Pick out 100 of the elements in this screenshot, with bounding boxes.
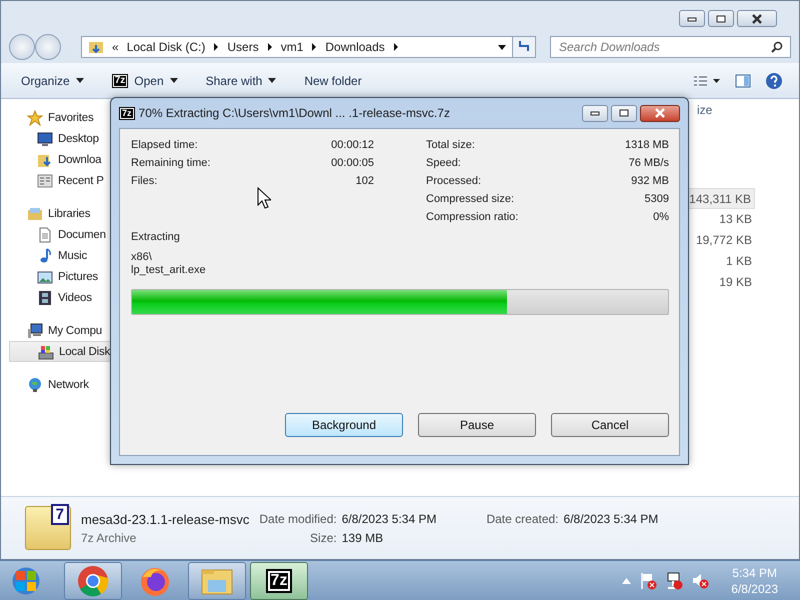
stat-label: Compressed size:: [426, 193, 514, 207]
preview-pane-icon: [735, 74, 751, 88]
current-file: lp_test_arit.exe: [131, 264, 207, 277]
breadcrumb[interactable]: Downloads: [325, 40, 385, 54]
toolbar-button[interactable]: Share with: [202, 72, 280, 90]
sidebar-item[interactable]: Videos: [9, 287, 151, 308]
address-bar[interactable]: « Local Disk (C:) Users vm1 Downloads: [81, 36, 513, 58]
close-icon: [654, 108, 666, 118]
refresh-icon: [517, 38, 531, 52]
detail-value: 139 MB: [342, 530, 384, 544]
column-header[interactable]: ize: [685, 99, 755, 123]
help-button[interactable]: [765, 72, 783, 90]
chevron-icon[interactable]: [311, 43, 318, 51]
dialog-button[interactable]: Cancel: [551, 413, 669, 437]
close-button[interactable]: [737, 10, 777, 27]
stat-value: 1318 MB: [624, 139, 669, 153]
explorer-taskbar-button[interactable]: [188, 562, 246, 600]
network-icon[interactable]: [665, 572, 684, 590]
maximize-button[interactable]: [708, 10, 734, 27]
close-button[interactable]: [640, 104, 680, 122]
stat-label: Files:: [131, 175, 158, 189]
stat-value: 0%: [653, 211, 669, 225]
volume-icon[interactable]: [691, 572, 710, 590]
preview-pane-button[interactable]: [735, 74, 751, 88]
archiver-logo-icon: 7z: [266, 568, 292, 592]
size-cell-text: 1 KB: [724, 253, 753, 270]
stat-value: 932 MB: [631, 175, 669, 189]
stat-value: 00:00:05: [331, 157, 374, 171]
address-overflow[interactable]: «: [112, 40, 119, 54]
archiver-logo-icon: 7z: [112, 74, 128, 88]
stat-value: 102: [356, 175, 374, 189]
close-icon: [751, 14, 763, 24]
view-options-button[interactable]: [693, 74, 721, 86]
chevron-icon[interactable]: [213, 43, 220, 51]
stat-label: Compression ratio:: [426, 211, 518, 225]
file-type: 7z Archive: [81, 530, 138, 544]
computer-icon: [27, 322, 43, 338]
dialog-title: 70% Extracting C:\Users\vm1\Downl ... .1-release-msvc.7z: [138, 106, 450, 120]
current-folder: x86\: [131, 251, 153, 264]
detail-label: Date modified:: [259, 512, 337, 526]
archive-file-icon: 7: [25, 506, 71, 550]
search-field[interactable]: Search Downloads: [550, 36, 791, 58]
favorites-icon: [27, 110, 43, 126]
toolbar-button[interactable]: New folder: [300, 72, 366, 90]
operation-label: Extracting: [131, 231, 181, 245]
chevron-icon[interactable]: [392, 43, 399, 51]
minimize-button[interactable]: [582, 104, 608, 122]
caret-icon: [76, 78, 84, 83]
network-icon: [27, 376, 43, 392]
toolbar-button[interactable]: 7z Open: [108, 72, 182, 90]
maximize-icon: [716, 14, 726, 22]
sidebar-group[interactable]: My Compu: [9, 320, 151, 341]
disk-icon: [38, 344, 54, 360]
dialog-button[interactable]: Pause: [418, 413, 536, 437]
flag-icon[interactable]: [639, 572, 658, 590]
size-cell-text: 13 KB: [718, 211, 753, 228]
sidebar-group[interactable]: Network: [9, 374, 151, 395]
stat-value: 00:00:12: [331, 139, 374, 153]
breadcrumb[interactable]: Local Disk (C:): [126, 40, 206, 54]
recent-icon: [37, 172, 53, 188]
detail-label: Date created:: [486, 512, 559, 526]
detail-label: Size:: [309, 530, 337, 544]
dropdown-icon[interactable]: [498, 44, 506, 50]
minimize-button[interactable]: [679, 10, 705, 27]
libraries-icon: [27, 206, 43, 222]
refresh-button[interactable]: [512, 36, 536, 58]
chrome-taskbar-button[interactable]: [64, 562, 122, 600]
maximize-button[interactable]: [611, 104, 637, 122]
minimize-icon: [590, 110, 600, 116]
size-cell-text: 19 KB: [718, 274, 753, 291]
breadcrumb[interactable]: Users: [227, 40, 259, 54]
stat-label: Total size:: [426, 139, 475, 153]
size-cell-text: 19,772 KB: [694, 232, 753, 249]
archiver-taskbar-button[interactable]: 7z: [250, 562, 308, 600]
stat-value: 5309: [644, 193, 669, 207]
toolbar-button[interactable]: Organize: [17, 72, 88, 90]
help-icon: [765, 72, 783, 90]
list-view-icon: [693, 74, 721, 86]
file-name: mesa3d-23.1.1-release-msvc: [81, 512, 250, 526]
archiver-logo-icon: 7z: [119, 106, 135, 120]
stat-label: Remaining time:: [131, 157, 210, 171]
videos-icon: [37, 290, 53, 306]
stat-label: Speed:: [426, 157, 461, 171]
chevron-icon[interactable]: [266, 43, 273, 51]
mouse-cursor-icon: [257, 187, 271, 209]
caret-icon: [268, 78, 276, 83]
search-icon: [771, 41, 783, 53]
sidebar-group[interactable]: Libraries: [9, 203, 151, 224]
stat-label: Elapsed time:: [131, 139, 198, 153]
maximize-icon: [619, 109, 629, 117]
browser-logo-icon: [77, 564, 109, 596]
documents-icon: [37, 226, 53, 242]
breadcrumb[interactable]: vm1: [280, 40, 304, 54]
minimize-icon: [687, 16, 697, 22]
stat-value: 76 MB/s: [628, 157, 669, 171]
detail-value: 6/8/2023 5:34 PM: [342, 512, 436, 526]
desktop-icon: [37, 130, 53, 146]
folder-icon: [88, 39, 104, 55]
dialog-button[interactable]: Background: [285, 413, 403, 437]
caret-icon: [170, 78, 178, 83]
